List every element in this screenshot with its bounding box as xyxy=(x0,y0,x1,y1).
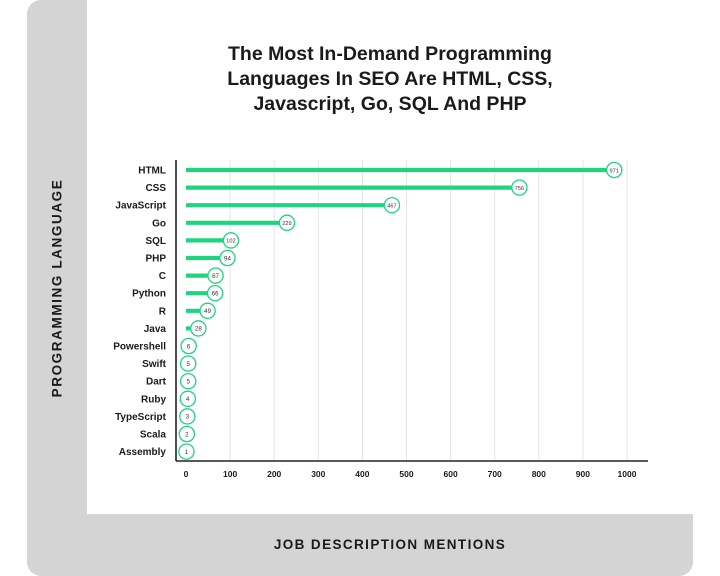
data-label: 2 xyxy=(185,431,189,438)
data-label: 756 xyxy=(515,186,524,192)
x-tick-label: 400 xyxy=(355,469,369,479)
x-tick-label: 700 xyxy=(488,469,502,479)
data-label: 28 xyxy=(195,326,202,333)
y-tick-label: CSS xyxy=(145,183,166,194)
data-label: 3 xyxy=(186,414,190,421)
y-tick-label: Assembly xyxy=(119,447,167,458)
data-label: 4 xyxy=(186,396,190,403)
y-tick-label: TypeScript xyxy=(115,412,167,423)
data-label: 94 xyxy=(224,255,231,262)
y-tick-label: PHP xyxy=(145,254,166,265)
x-tick-label: 600 xyxy=(444,469,458,479)
data-label: 49 xyxy=(204,308,211,315)
data-label: 5 xyxy=(186,379,190,386)
x-tick-label: 500 xyxy=(399,469,413,479)
y-tick-label: C xyxy=(159,271,166,282)
y-tick-label: JavaScript xyxy=(115,201,166,212)
x-tick-label: 900 xyxy=(576,469,590,479)
data-label: 229 xyxy=(282,221,291,227)
y-tick-label: Java xyxy=(144,324,167,335)
x-tick-label: 300 xyxy=(311,469,325,479)
data-label: 67 xyxy=(212,273,219,280)
y-tick-label: Go xyxy=(152,218,166,229)
x-tick-label: 100 xyxy=(223,469,237,479)
y-tick-label: Powershell xyxy=(113,342,166,353)
y-tick-label: Swift xyxy=(142,359,167,370)
x-tick-label: 800 xyxy=(532,469,546,479)
y-tick-label: Scala xyxy=(140,430,167,441)
data-label: 6 xyxy=(187,343,191,350)
data-label: 5 xyxy=(186,361,190,368)
y-tick-label: HTML xyxy=(138,166,166,177)
x-tick-label: 1000 xyxy=(618,469,637,479)
y-tick-label: SQL xyxy=(145,236,166,247)
data-label: 467 xyxy=(387,204,396,210)
y-tick-label: Python xyxy=(132,289,166,300)
y-tick-label: Ruby xyxy=(141,394,166,405)
x-tick-label: 0 xyxy=(184,469,189,479)
x-tick-label: 200 xyxy=(267,469,281,479)
data-label: 971 xyxy=(610,168,619,174)
bar-chart-plot: 0 100 200 300 400 500 600 700 800 900 1000 HTML 971 C… xyxy=(113,160,648,479)
y-tick-label: R xyxy=(159,306,167,317)
y-tick-label: Dart xyxy=(146,377,167,388)
data-label: 102 xyxy=(226,239,235,245)
data-label: 1 xyxy=(185,449,189,456)
data-label: 66 xyxy=(212,291,219,298)
